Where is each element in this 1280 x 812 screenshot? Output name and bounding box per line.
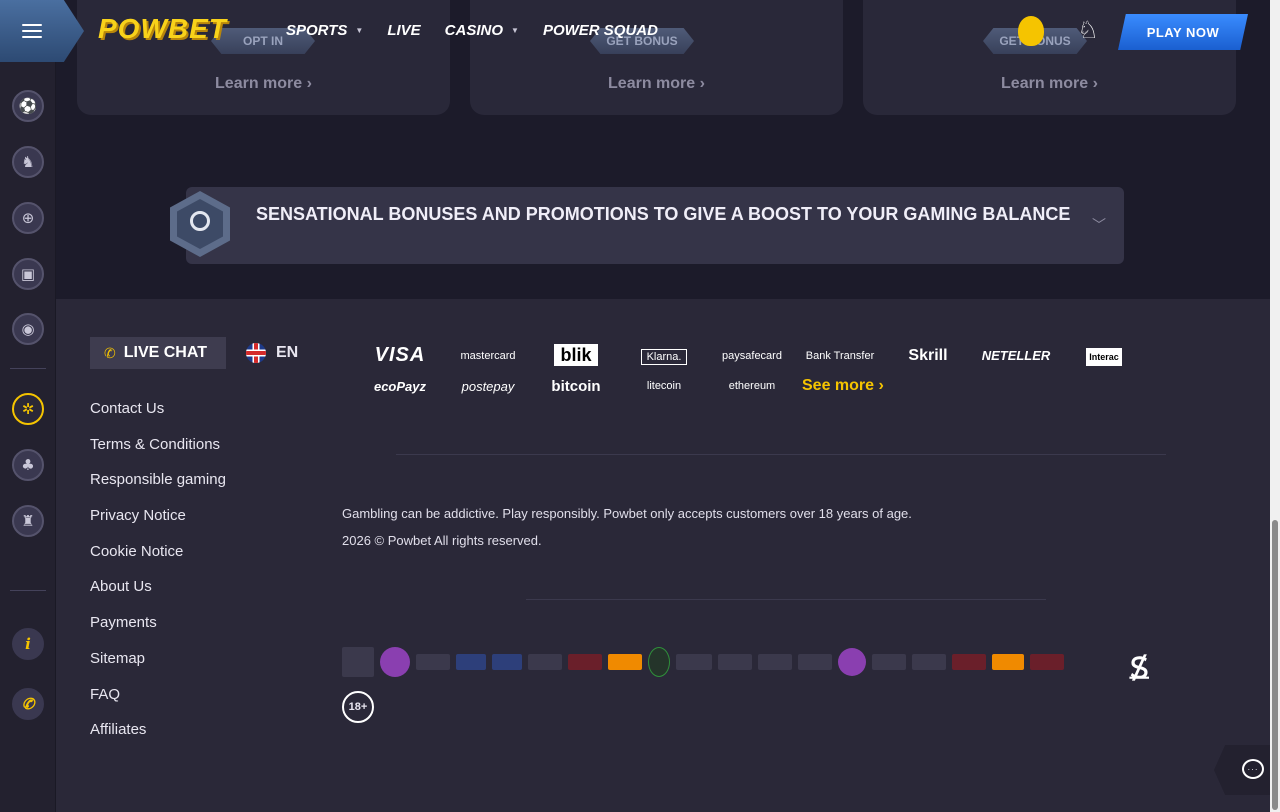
clover-icon[interactable]: ♣ <box>12 449 44 481</box>
wheel-icon[interactable]: ✲ <box>12 393 44 425</box>
blik-logo: blik <box>532 344 620 366</box>
soccer-ball-icon[interactable]: ⚽ <box>12 90 44 122</box>
ethereum-logo: ethereum <box>728 380 776 392</box>
live-signal-icon[interactable]: ◉ <box>12 313 44 345</box>
chevron-down-icon[interactable]: ﹀ <box>1092 215 1106 235</box>
learn-more-link[interactable]: Learn more › <box>863 75 1236 93</box>
nav-power-squad[interactable]: POWER SQUAD <box>543 22 658 39</box>
partner-logo[interactable] <box>1030 654 1064 670</box>
age-restriction-badge: 18+ <box>342 691 374 723</box>
partner-logo[interactable] <box>952 654 986 670</box>
info-icon[interactable]: i <box>12 628 44 660</box>
partner-logo[interactable] <box>758 654 792 670</box>
live-chat-button[interactable]: ✆ LIVE CHAT <box>90 337 226 369</box>
brand-logo[interactable]: POWBET <box>98 13 227 45</box>
footer-link-payments[interactable]: Payments <box>90 613 226 649</box>
footer-link-sitemap[interactable]: Sitemap <box>90 649 226 685</box>
footer-link-responsible-gaming[interactable]: Responsible gaming <box>90 470 226 506</box>
footer-link-terms[interactable]: Terms & Conditions <box>90 435 226 471</box>
partner-logo[interactable] <box>456 654 486 670</box>
chevron-down-icon: ▼ <box>511 26 519 35</box>
live-chat-label: LIVE CHAT <box>123 344 207 361</box>
partner-logo[interactable] <box>380 647 410 677</box>
klarna-logo: Klarna. <box>620 348 708 365</box>
chat-bubble-icon: ··· <box>1242 759 1264 779</box>
footer: ✆ LIVE CHAT EN Contact Us Terms & Condit… <box>56 299 1280 812</box>
visa-logo: VISA <box>374 344 426 366</box>
nav-sports[interactable]: SPORTS ▼ <box>286 22 363 39</box>
partner-logo[interactable] <box>528 654 562 670</box>
play-now-button[interactable]: PLAY NOW <box>1118 14 1248 50</box>
knight-avatar-icon[interactable]: ♘ <box>1076 14 1100 48</box>
paysafecard-logo: paysafecard <box>722 349 782 362</box>
footer-link-affiliates[interactable]: Affiliates <box>90 720 226 756</box>
partner-logo[interactable] <box>872 654 906 670</box>
slot-machine-icon[interactable]: ▣ <box>12 258 44 290</box>
ecopayz-logo: ecoPayz <box>373 378 427 394</box>
hamburger-icon <box>22 24 42 38</box>
divider <box>526 599 1046 600</box>
postepay-logo: postepay <box>461 378 515 394</box>
learn-more-link[interactable]: Learn more › <box>77 75 450 93</box>
nav-live[interactable]: LIVE <box>387 22 420 39</box>
partner-logo[interactable] <box>416 654 450 670</box>
interac-logo: Interac <box>1060 348 1148 366</box>
nav-casino[interactable]: CASINO ▼ <box>445 22 519 39</box>
partner-logo[interactable] <box>912 654 946 670</box>
litecoin-logo: litecoin <box>646 380 682 392</box>
footer-link-privacy[interactable]: Privacy Notice <box>90 506 226 542</box>
scrollbar-thumb[interactable] <box>1272 520 1278 810</box>
language-selector[interactable]: EN <box>246 343 298 363</box>
payment-methods-row-2: ecoPayz postepay bitcoin litecoin ethere… <box>356 377 884 395</box>
promo-card-2[interactable]: GET BONUS Learn more › <box>470 0 843 115</box>
footer-link-contact[interactable]: Contact Us <box>90 399 226 435</box>
sl-logo-icon: Ꟍ <box>1130 651 1149 686</box>
sidebar: ⚽ ♞ ⊕ ▣ ◉ ✲ ♣ ♜ i ✆ <box>0 0 56 812</box>
horse-icon[interactable]: ♞ <box>12 146 44 178</box>
promo-heading: SENSATIONAL BONUSES AND PROMOTIONS TO GI… <box>256 204 1071 224</box>
main-nav: SPORTS ▼ LIVE CASINO ▼ POWER SQUAD <box>286 22 658 39</box>
neteller-logo: NETELLER <box>981 348 1051 363</box>
footer-links: Contact Us Terms & Conditions Responsibl… <box>90 399 226 756</box>
partner-logo[interactable] <box>568 654 602 670</box>
phone-icon: ✆ <box>104 344 116 361</box>
learn-more-link[interactable]: Learn more › <box>470 75 843 93</box>
bank-transfer-logo: Bank Transfer <box>805 349 875 362</box>
partner-badges <box>342 647 1064 677</box>
sidebar-divider <box>10 590 46 591</box>
footer-link-cookie[interactable]: Cookie Notice <box>90 542 226 578</box>
footer-link-faq[interactable]: FAQ <box>90 685 226 721</box>
copyright-text: 2026 © Powbet All rights reserved. <box>342 533 542 548</box>
divider <box>396 454 1166 455</box>
payment-methods-row-1: VISA mastercard blik Klarna. paysafecard… <box>356 344 1148 367</box>
partner-logo[interactable] <box>798 654 832 670</box>
bitcoin-logo: bitcoin <box>551 377 601 395</box>
partner-logo[interactable] <box>608 654 642 670</box>
language-label: EN <box>276 344 299 361</box>
sidebar-divider <box>10 368 46 369</box>
see-more-link[interactable]: See more › <box>796 377 884 395</box>
mastercard-logo: mastercard <box>460 349 516 362</box>
partner-logo[interactable] <box>648 647 670 677</box>
globe-icon[interactable]: ⊕ <box>12 202 44 234</box>
phone-icon[interactable]: ✆ <box>12 688 44 720</box>
chat-support-button[interactable]: ··· <box>1214 745 1276 795</box>
medal-badge-icon <box>170 191 230 257</box>
scrollbar[interactable] <box>1270 0 1280 812</box>
promo-accordion[interactable]: SENSATIONAL BONUSES AND PROMOTIONS TO GI… <box>170 187 1124 264</box>
partner-logo[interactable] <box>492 654 522 670</box>
footer-link-about[interactable]: About Us <box>90 577 226 613</box>
skrill-logo: Skrill <box>908 346 948 364</box>
mascot-avatar-icon[interactable] <box>1018 16 1044 46</box>
uk-flag-icon <box>246 343 266 363</box>
chevron-down-icon: ▼ <box>355 26 364 35</box>
disclaimer-text: Gambling can be addictive. Play responsi… <box>342 506 912 521</box>
partner-logo[interactable] <box>676 654 712 670</box>
trophy-icon[interactable]: ♜ <box>12 505 44 537</box>
partner-logo[interactable] <box>838 648 866 676</box>
partner-logo[interactable] <box>342 647 374 677</box>
partner-logo[interactable] <box>718 654 752 670</box>
partner-logo[interactable] <box>992 654 1024 670</box>
